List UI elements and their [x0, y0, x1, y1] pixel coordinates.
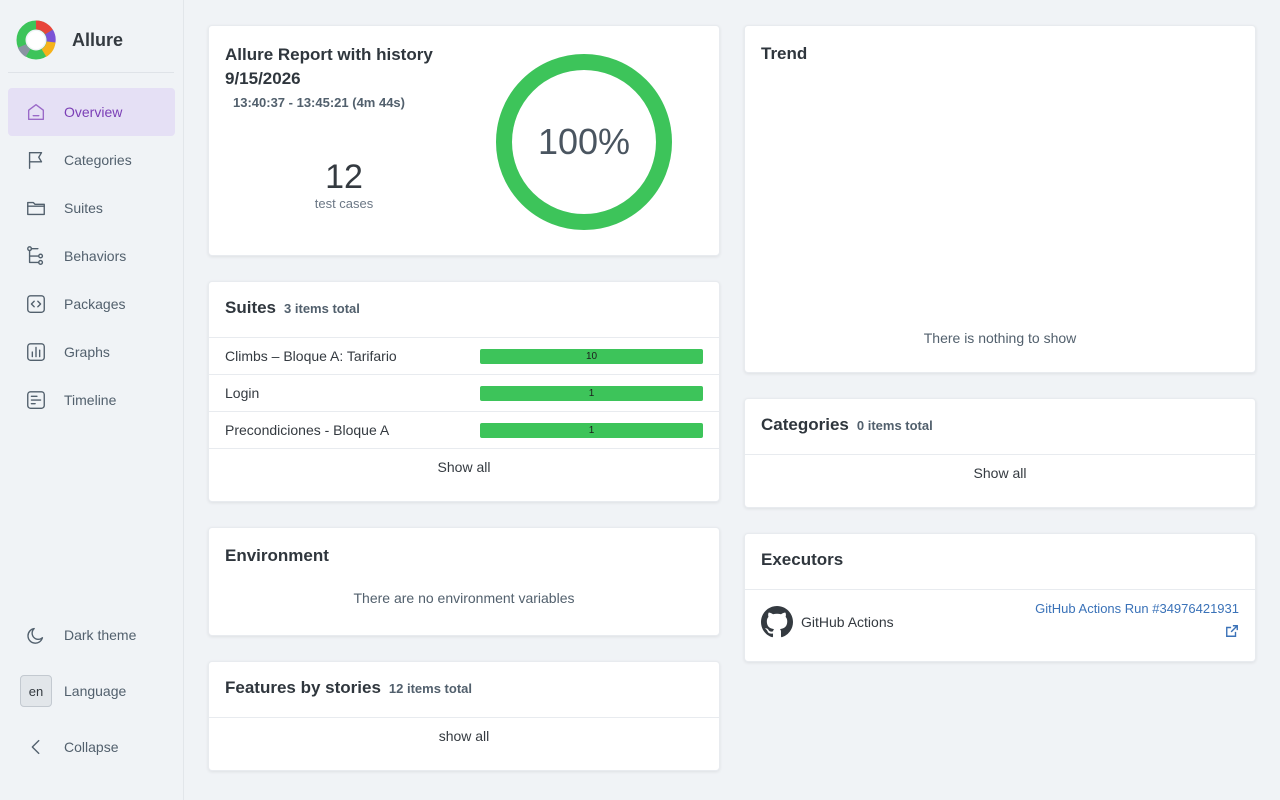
environment-title: Environment — [225, 546, 329, 565]
executors-header: Executors — [745, 534, 1255, 590]
executor-build-link[interactable]: GitHub Actions Run #34976421931 — [1035, 598, 1239, 645]
report-time: 13:40:37 - 13:45:21 (4m 44s) — [233, 95, 405, 110]
report-title: Allure Report with history 9/15/2026 — [225, 45, 433, 88]
folder-icon — [24, 196, 48, 220]
collapse-button[interactable]: Collapse — [8, 719, 175, 775]
features-card: Features by stories 12 items total show … — [208, 661, 720, 771]
suite-name: Login — [225, 385, 260, 401]
divider — [8, 72, 174, 73]
sidebar-item-suites[interactable]: Suites — [8, 184, 175, 232]
environment-empty-text: There are no environment variables — [353, 590, 575, 606]
suites-card: Suites 3 items total Climbs – Bloque A: … — [208, 281, 720, 502]
allure-logo-icon — [16, 20, 56, 60]
moon-icon — [20, 623, 52, 647]
github-icon — [761, 605, 793, 637]
summary-card: Allure Report with history 9/15/2026 13:… — [208, 25, 720, 256]
suite-status-bar: 1 — [480, 385, 703, 401]
executor-link-text: GitHub Actions Run #34976421931 — [1035, 601, 1239, 616]
executors-card: Executors GitHub Actions GitHub Actions … — [744, 533, 1256, 662]
language-badge: en — [20, 675, 52, 707]
external-link-icon — [1226, 625, 1238, 637]
pass-rate-donut[interactable]: 100% — [494, 52, 674, 232]
suites-count: 3 items total — [284, 301, 360, 316]
trend-title: Trend — [761, 44, 808, 63]
bar-chart-icon — [24, 340, 48, 364]
trend-card: Trend There is nothing to show — [744, 25, 1256, 373]
language-selector[interactable]: en Language — [8, 663, 175, 719]
collapse-label: Collapse — [64, 739, 119, 755]
sidebar-item-timeline[interactable]: Timeline — [8, 376, 175, 424]
environment-card: Environment There are no environment var… — [208, 527, 720, 636]
executors-title: Executors — [761, 550, 844, 569]
test-case-count: 12 — [325, 158, 363, 196]
sidebar-item-overview[interactable]: Overview — [8, 88, 175, 136]
categories-title: Categories — [761, 415, 849, 434]
executor-row: GitHub Actions GitHub Actions Run #34976… — [745, 590, 1255, 653]
suites-header: Suites 3 items total — [209, 282, 719, 338]
categories-count: 0 items total — [856, 418, 933, 433]
timeline-icon — [24, 388, 48, 412]
brand-name: Allure — [72, 29, 124, 50]
brand[interactable]: Allure — [16, 20, 123, 60]
sidebar-item-label: Packages — [64, 296, 126, 312]
categories-card: Categories 0 items total Show all — [744, 398, 1256, 508]
features-show-all-button[interactable]: show all — [209, 718, 719, 744]
dark-theme-label: Dark theme — [64, 627, 137, 643]
suites-show-all-button[interactable]: Show all — [209, 449, 719, 475]
trend-empty-text: There is nothing to show — [923, 330, 1077, 346]
pass-rate-percent: 100% — [538, 121, 630, 162]
flag-icon — [24, 148, 48, 172]
language-label: Language — [64, 683, 127, 699]
home-icon — [24, 100, 48, 124]
tree-icon — [24, 244, 48, 268]
code-icon — [24, 292, 48, 316]
test-case-label: test cases — [314, 196, 374, 211]
table-row[interactable]: Climbs – Bloque A: Tarifario 10 — [209, 338, 719, 375]
suites-title: Suites — [225, 298, 277, 317]
features-title: Features by stories — [225, 678, 381, 697]
sidebar-item-label: Graphs — [64, 344, 110, 360]
suite-status-bar: 1 — [480, 422, 703, 438]
suite-status-bar: 10 — [480, 348, 703, 364]
sidebar-item-behaviors[interactable]: Behaviors — [8, 232, 175, 280]
executor-name: GitHub Actions — [801, 613, 894, 630]
categories-header: Categories 0 items total — [745, 399, 1255, 455]
suite-name: Climbs – Bloque A: Tarifario — [225, 348, 397, 364]
table-row[interactable]: Precondiciones - Bloque A 1 — [209, 412, 719, 449]
language-code: en — [20, 675, 52, 707]
sidebar-item-graphs[interactable]: Graphs — [8, 328, 175, 376]
features-header: Features by stories 12 items total — [209, 662, 719, 718]
sidebar: Allure Overview Categories Suites Behavi… — [0, 0, 184, 800]
sidebar-item-label: Timeline — [64, 392, 117, 408]
sidebar-item-label: Behaviors — [64, 248, 127, 264]
sidebar-item-packages[interactable]: Packages — [8, 280, 175, 328]
sidebar-item-categories[interactable]: Categories — [8, 136, 175, 184]
features-count: 12 items total — [388, 681, 472, 696]
chevron-left-icon — [20, 735, 52, 759]
suite-name: Precondiciones - Bloque A — [225, 422, 390, 438]
sidebar-item-label: Suites — [64, 200, 103, 216]
sidebar-bottom: Dark theme en Language Collapse — [8, 607, 175, 775]
categories-show-all-button[interactable]: Show all — [745, 455, 1255, 481]
table-row[interactable]: Login 1 — [209, 375, 719, 412]
dark-theme-toggle[interactable]: Dark theme — [8, 607, 175, 663]
sidebar-item-label: Categories — [64, 152, 132, 168]
sidebar-nav: Overview Categories Suites Behaviors Pac… — [8, 88, 175, 424]
sidebar-item-label: Overview — [64, 104, 123, 120]
